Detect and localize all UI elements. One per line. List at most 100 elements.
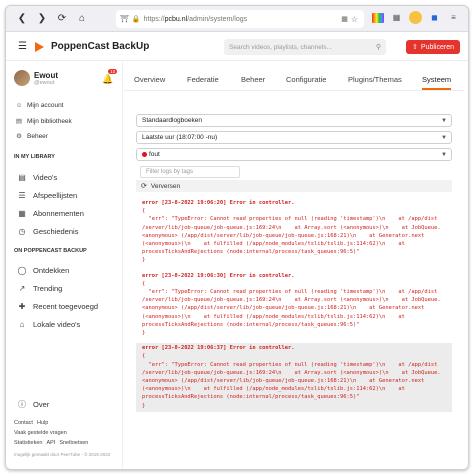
- sidebar-item-subscriptions[interactable]: ▦ Abonnementen: [16, 209, 84, 218]
- log-line: "err": "TypeError: Cannot read propertie…: [142, 361, 438, 368]
- log-entry-header: error [23-8-2022 19:06:37] Error in cont…: [142, 345, 295, 352]
- publish-button[interactable]: ⇧ Publiceren: [406, 40, 460, 54]
- tab-system[interactable]: Systeem: [422, 75, 452, 90]
- footer-link-faq[interactable]: Vaak gestelde vragen: [14, 430, 67, 436]
- history-icon: ◷: [18, 227, 26, 236]
- footer-links-row-3: Statistieken API Sneltoetsen: [14, 440, 92, 446]
- log-line: {: [142, 208, 146, 215]
- reload-icon[interactable]: ⟳: [54, 11, 70, 27]
- bookmark-star-icon[interactable]: ☆: [351, 15, 358, 24]
- tag-filter-placeholder: Filter logs by tags: [146, 169, 194, 175]
- user-icon: ☺: [15, 102, 23, 109]
- plus-icon: ✚: [18, 302, 26, 311]
- video-icon: ▤: [18, 173, 26, 182]
- sidebar-link-label: Mijn account: [27, 102, 64, 109]
- home-icon: ⌂: [19, 320, 25, 329]
- footer-link-stats[interactable]: Statistieken: [14, 440, 42, 446]
- sidebar-item-videos[interactable]: ▤ Video's: [16, 173, 57, 182]
- log-type-select[interactable]: Standaardlogboeken ▼: [136, 114, 452, 127]
- browser-window: ❮ ❯ ⟳ ⌂ ⛩ 🔒 https://pcbu.nl/admin/system…: [5, 5, 469, 470]
- subscriptions-icon: ▦: [18, 209, 26, 218]
- log-entry-header: error [23-8-2022 19:06:20] Error in cont…: [142, 200, 295, 206]
- user-block[interactable]: Ewout @ewout: [14, 70, 58, 86]
- publish-label: Publiceren: [420, 43, 454, 51]
- translate-icon[interactable]: ▦: [341, 15, 348, 23]
- search-icon[interactable]: ⚲: [376, 43, 381, 51]
- log-type-value: Standaardlogboeken: [142, 117, 202, 124]
- chevron-down-icon: ▼: [441, 134, 447, 141]
- shield-extension-icon[interactable]: ◼: [428, 11, 441, 24]
- user-name: Ewout: [34, 70, 58, 80]
- tab-plugins-themes[interactable]: Plugins/Themas: [348, 75, 402, 84]
- sidebar-item-local-videos[interactable]: ⌂ Lokale video's: [16, 320, 81, 329]
- sidebar-item-recently-added[interactable]: ✚ Recent toegevoegd: [16, 302, 98, 311]
- avatar: [14, 70, 30, 86]
- footer-link-api[interactable]: API: [46, 440, 55, 446]
- home-icon[interactable]: ⌂: [74, 11, 90, 27]
- sidebar: Ewout @ewout 🔔 10 ☺ Mijn account ▤ Mijn bib…: [6, 62, 123, 469]
- log-entry: error [23-8-2022 19:06:20] Error in cont…: [136, 198, 452, 267]
- sidebar-item-label: Lokale video's: [33, 320, 81, 329]
- sidebar-item-discover[interactable]: ◯ Ontdekken: [16, 266, 70, 275]
- log-line: }: [142, 257, 146, 264]
- url-path: /admin/system/logs: [187, 15, 248, 23]
- sidebar-item-history[interactable]: ◷ Geschiedenis: [16, 227, 79, 236]
- log-line: {: [142, 280, 146, 287]
- refresh-icon: ⟳: [141, 183, 147, 190]
- footer-link-shortcuts[interactable]: Sneltoetsen: [59, 440, 88, 446]
- sidebar-item-label: Video's: [33, 173, 58, 182]
- log-line: <anonymous> (/app/dist/server/lib/job-qu…: [142, 232, 425, 239]
- sidebar-link-admin[interactable]: ⚙ Beheer: [14, 132, 48, 141]
- log-line: "err": "TypeError: Cannot read propertie…: [142, 216, 438, 223]
- sidebar-link-my-account[interactable]: ☺ Mijn account: [14, 102, 64, 109]
- log-line: /server/lib/job-queue/job-queue.js:169:2…: [142, 224, 441, 231]
- back-icon[interactable]: ❮: [14, 11, 30, 27]
- sidebar-link-my-library[interactable]: ▤ Mijn bibliotheek: [14, 117, 72, 126]
- tab-federation[interactable]: Federatie: [187, 75, 219, 84]
- globe-icon: ◯: [17, 266, 27, 275]
- forward-icon[interactable]: ❯: [34, 11, 50, 27]
- lock-icon: 🔒: [131, 16, 141, 23]
- hamburger-menu-icon[interactable]: ☰: [18, 41, 27, 52]
- tab-overview[interactable]: Overview: [134, 75, 165, 84]
- sidebar-item-label: Trending: [33, 284, 63, 293]
- instance-section-title: ON POPPENCAST BACKUP: [14, 248, 87, 254]
- browser-toolbar: ❮ ❯ ⟳ ⌂ ⛩ 🔒 https://pcbu.nl/admin/system…: [6, 6, 468, 32]
- sidebar-item-trending[interactable]: ↗ Trending: [16, 284, 63, 293]
- search-input[interactable]: Search videos, playlists, channels... ⚲: [224, 39, 386, 55]
- sidebar-item-label: Geschiedenis: [33, 227, 79, 236]
- notification-count-badge: 10: [108, 69, 118, 74]
- profile-avatar-icon[interactable]: [409, 11, 422, 24]
- log-line: }: [142, 330, 146, 337]
- sidebar-item-label: Abonnementen: [33, 209, 84, 218]
- sidebar-link-label: Mijn bibliotheek: [27, 117, 72, 125]
- puzzle-extension-icon[interactable]: ▦: [390, 11, 403, 24]
- tag-filter-input[interactable]: Filter logs by tags: [140, 166, 240, 178]
- chevron-down-icon: ▼: [441, 151, 447, 158]
- footer-link-help[interactable]: Hulp: [37, 420, 48, 426]
- refresh-button[interactable]: ⟳ Verversen: [136, 180, 452, 192]
- chevron-down-icon: ▼: [441, 117, 447, 124]
- footer-link-contact[interactable]: Contact: [14, 420, 33, 426]
- log-level-select[interactable]: fout ▼: [136, 148, 452, 161]
- app-title[interactable]: PoppenCast BackUp: [51, 41, 149, 52]
- log-line: {: [142, 353, 146, 360]
- pride-extension-icon[interactable]: [372, 12, 384, 23]
- notifications-bell-icon[interactable]: 🔔 10: [102, 69, 118, 85]
- log-line: <anonymous> (/app/dist/server/lib/job-qu…: [142, 378, 425, 385]
- log-list: error [23-8-2022 19:06:20] Error in cont…: [136, 198, 452, 412]
- log-entry: error [23-8-2022 19:06:30] Error in cont…: [136, 271, 452, 340]
- tab-moderation[interactable]: Beheer: [241, 75, 265, 84]
- url-scheme: https://: [143, 15, 165, 23]
- menu-icon[interactable]: ≡: [447, 11, 460, 24]
- sidebar-item-playlists[interactable]: ☰ Afspeellijsten: [16, 191, 77, 200]
- time-range-select[interactable]: Laatste uur (18:07:00 -nu) ▼: [136, 131, 452, 144]
- log-line: processTicksAndRejections (node:internal…: [142, 321, 360, 328]
- sidebar-item-about[interactable]: ⓘ Over: [16, 399, 49, 410]
- peertube-logo-icon[interactable]: [34, 41, 45, 52]
- log-line: /server/lib/job-queue/job-queue.js:169:2…: [142, 369, 441, 376]
- tab-configuration[interactable]: Configuratie: [286, 75, 326, 84]
- sidebar-item-label: Afspeellijsten: [33, 191, 78, 200]
- url-bar[interactable]: ⛩ 🔒 https://pcbu.nl/admin/system/logs ▦ …: [116, 10, 364, 28]
- sidebar-link-label: Beheer: [27, 132, 48, 140]
